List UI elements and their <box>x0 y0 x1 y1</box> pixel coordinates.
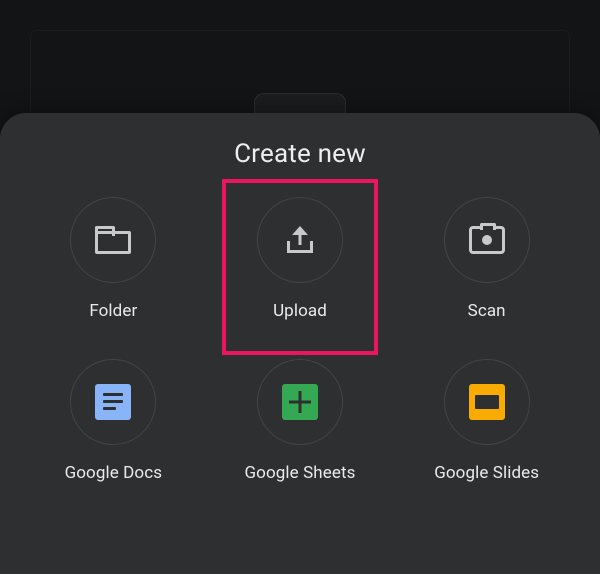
scan-label: Scan <box>468 301 506 321</box>
scan-option[interactable]: Scan <box>393 197 580 321</box>
folder-icon <box>95 226 131 254</box>
sheet-title: Create new <box>0 139 600 169</box>
docs-icon <box>95 384 131 420</box>
create-option-grid: Folder Upload Scan <box>0 197 600 483</box>
sheets-icon-circle <box>257 359 343 445</box>
google-docs-label: Google Docs <box>65 463 163 483</box>
google-sheets-label: Google Sheets <box>244 463 355 483</box>
slides-icon <box>469 384 505 420</box>
docs-icon-circle <box>70 359 156 445</box>
google-slides-option[interactable]: Google Slides <box>393 359 580 483</box>
upload-label: Upload <box>273 301 327 321</box>
camera-icon <box>469 226 505 254</box>
upload-icon <box>285 225 315 255</box>
google-sheets-option[interactable]: Google Sheets <box>207 359 394 483</box>
sheets-icon <box>282 384 318 420</box>
folder-option[interactable]: Folder <box>20 197 207 321</box>
google-docs-option[interactable]: Google Docs <box>20 359 207 483</box>
scan-icon-circle <box>444 197 530 283</box>
folder-icon-circle <box>70 197 156 283</box>
upload-option[interactable]: Upload <box>207 197 394 321</box>
google-slides-label: Google Slides <box>434 463 539 483</box>
slides-icon-circle <box>444 359 530 445</box>
folder-label: Folder <box>89 301 137 321</box>
upload-icon-circle <box>257 197 343 283</box>
create-new-sheet: Create new Folder Upload Scan <box>0 113 600 574</box>
